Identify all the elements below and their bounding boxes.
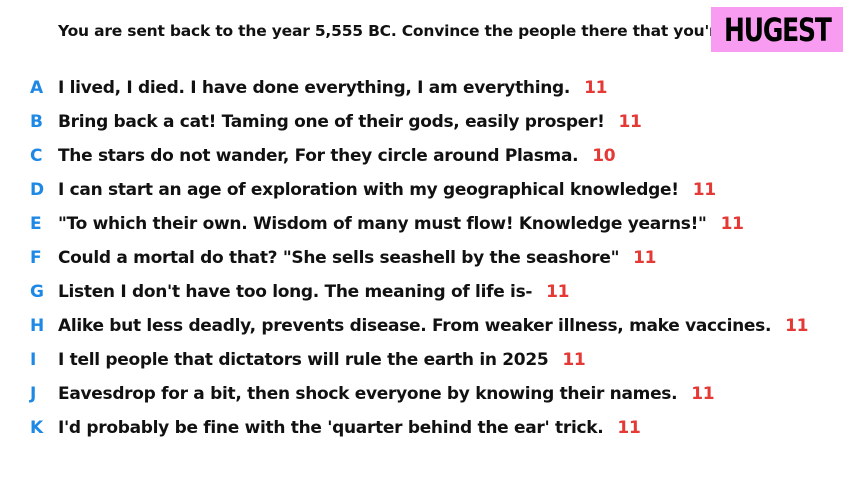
answer-text: I can start an age of exploration with m… [58, 180, 716, 200]
answer-text-body: I tell people that dictators will rule t… [58, 350, 549, 370]
answer-score: 11 [691, 384, 715, 404]
answer-list: A I lived, I died. I have done everythin… [0, 71, 853, 445]
answer-score: 11 [720, 214, 744, 234]
badge-label: HUGEST [723, 10, 832, 49]
answer-letter: C [30, 146, 43, 166]
answer-text-body: I'd probably be fine with the 'quarter b… [58, 418, 604, 438]
answer-letter: D [30, 180, 45, 200]
answer-score: 11 [546, 282, 570, 302]
answer-text-body: Could a mortal do that? "She sells seash… [58, 248, 620, 268]
badge: HUGEST [711, 7, 843, 52]
answer-text: I tell people that dictators will rule t… [58, 350, 586, 370]
answer-score: 11 [562, 350, 586, 370]
answer-letter: I [30, 350, 37, 370]
answer-letter: F [30, 248, 42, 268]
answer-score: 11 [633, 248, 657, 268]
answer-text-body: Alike but less deadly, prevents disease.… [58, 316, 772, 336]
answer-text: Could a mortal do that? "She sells seash… [58, 248, 657, 268]
answer-row-c: C The stars do not wander, For they circ… [0, 139, 853, 173]
answer-text-body: I lived, I died. I have done everything,… [58, 78, 571, 98]
answer-row-a: A I lived, I died. I have done everythin… [0, 71, 853, 105]
answer-letter: E [30, 214, 42, 234]
answer-score: 11 [584, 78, 608, 98]
answer-letter: G [30, 282, 44, 302]
answer-text-body: Listen I don't have too long. The meanin… [58, 282, 533, 302]
answer-row-h: H Alike but less deadly, prevents diseas… [0, 309, 853, 343]
answer-row-j: J Eavesdrop for a bit, then shock everyo… [0, 377, 853, 411]
answer-row-i: I I tell people that dictators will rule… [0, 343, 853, 377]
answer-score: 10 [592, 146, 616, 166]
answer-score: 11 [692, 180, 716, 200]
answer-text: Listen I don't have too long. The meanin… [58, 282, 570, 302]
answer-text-body: The stars do not wander, For they circle… [58, 146, 579, 166]
answer-text-body: I can start an age of exploration with m… [58, 180, 679, 200]
answer-text: I lived, I died. I have done everything,… [58, 78, 607, 98]
answer-text-body: Eavesdrop for a bit, then shock everyone… [58, 384, 678, 404]
prompt-text: You are sent back to the year 5,555 BC. … [58, 22, 786, 40]
answer-score: 11 [617, 418, 641, 438]
answer-row-g: G Listen I don't have too long. The mean… [0, 275, 853, 309]
answer-letter: H [30, 316, 45, 336]
answer-score: 11 [785, 316, 809, 336]
answer-row-e: E "To which their own. Wisdom of many mu… [0, 207, 853, 241]
answer-score: 11 [618, 112, 642, 132]
answer-text: Alike but less deadly, prevents disease.… [58, 316, 808, 336]
answer-text: Eavesdrop for a bit, then shock everyone… [58, 384, 715, 404]
answer-row-f: F Could a mortal do that? "She sells sea… [0, 241, 853, 275]
answer-text-body: "To which their own. Wisdom of many must… [58, 214, 707, 234]
answer-row-b: B Bring back a cat! Taming one of their … [0, 105, 853, 139]
answer-row-d: D I can start an age of exploration with… [0, 173, 853, 207]
answer-row-k: K I'd probably be fine with the 'quarter… [0, 411, 853, 445]
answer-letter: J [30, 384, 37, 404]
answer-text: Bring back a cat! Taming one of their go… [58, 112, 642, 132]
answer-text: "To which their own. Wisdom of many must… [58, 214, 744, 234]
answer-text-body: Bring back a cat! Taming one of their go… [58, 112, 605, 132]
answer-letter: K [30, 418, 44, 438]
answer-text: I'd probably be fine with the 'quarter b… [58, 418, 641, 438]
answer-letter: A [30, 78, 44, 98]
answer-letter: B [30, 112, 43, 132]
answer-text: The stars do not wander, For they circle… [58, 146, 616, 166]
